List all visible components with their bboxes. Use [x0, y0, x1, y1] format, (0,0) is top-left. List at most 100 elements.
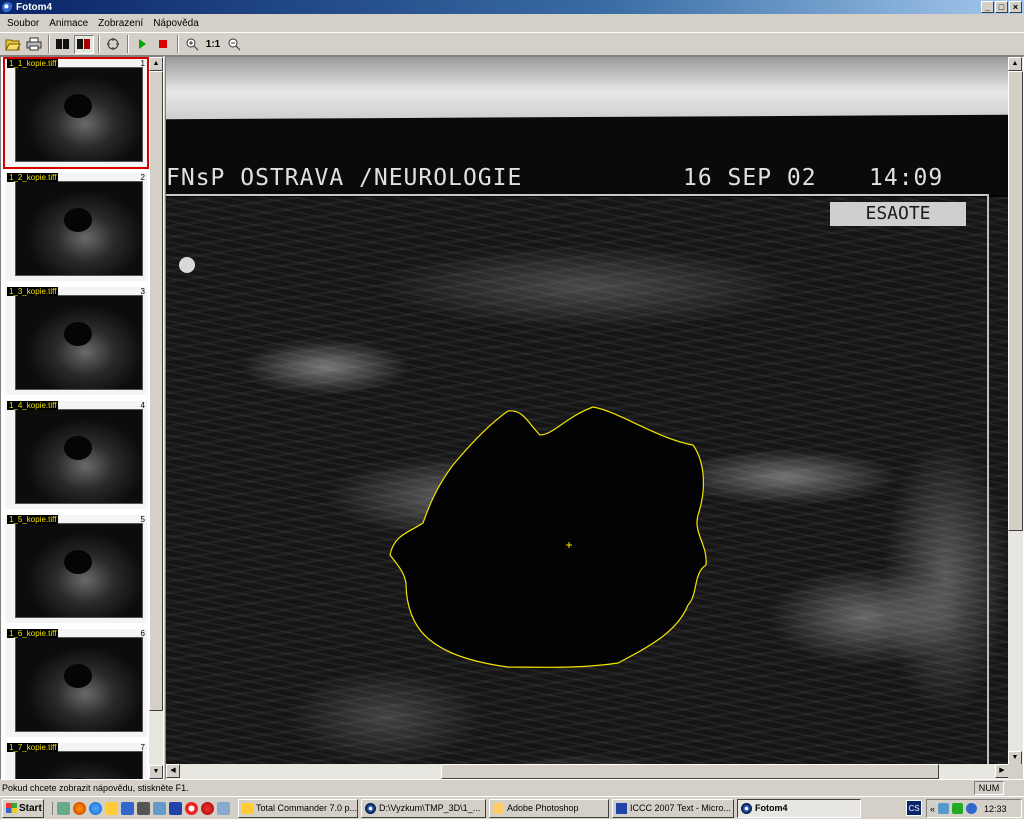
image-brand-label: ESAOTE: [830, 202, 966, 226]
thumbnail-image: [15, 295, 143, 390]
thumbnail-6[interactable]: 1_6_kopie.tiff 6: [5, 629, 147, 737]
window-title: Fotom4: [16, 1, 53, 13]
photoshop-icon: [493, 802, 504, 814]
close-button[interactable]: ×: [1009, 1, 1022, 13]
thumbnail-label: 1_7_kopie.tiff: [7, 743, 59, 752]
scroll-left-button[interactable]: ◀: [166, 764, 180, 778]
taskbar-item-total-commander[interactable]: Total Commander 7.0 p...: [238, 798, 358, 818]
scroll-down-button[interactable]: ▼: [149, 765, 163, 779]
zoom-reset-button[interactable]: 1:1: [203, 35, 223, 54]
thumbnail-label: 1_2_kopie.tiff: [7, 173, 59, 182]
restore-button[interactable]: □: [995, 1, 1008, 13]
image-viewer[interactable]: FNsP OSTRAVA /NEUROLOGIE 16 SEP 02 14:09…: [165, 56, 1024, 780]
folder-icon[interactable]: [105, 801, 118, 815]
floppy-icon[interactable]: [121, 801, 134, 815]
thumbnail-4[interactable]: 1_4_kopie.tiff 4: [5, 401, 147, 509]
menu-animace[interactable]: Animace: [44, 18, 93, 29]
zoom-in-button[interactable]: [182, 35, 202, 54]
stop-icon: [159, 40, 167, 48]
toolbar: 1:1: [0, 32, 1024, 56]
thumbnail-image: [15, 409, 143, 504]
thumbnail-number: 3: [140, 287, 145, 296]
tray-app-icon[interactable]: [966, 803, 978, 814]
status-hint: Pokud chcete zobrazit nápovědu, stisknět…: [2, 783, 189, 793]
zoom-out-button[interactable]: [224, 35, 244, 54]
start-button[interactable]: Start: [2, 798, 44, 818]
taskbar-item-photoshop[interactable]: Adobe Photoshop: [489, 798, 609, 818]
thumbnail-image: [15, 637, 143, 732]
fotom-app-icon: [741, 802, 752, 814]
frame-line-vertical: [987, 194, 989, 765]
thumbnail-1[interactable]: 1_1_kopie.tiff 1: [3, 57, 149, 169]
lesion-contour[interactable]: [388, 405, 733, 673]
lesion-dark-region: [390, 407, 707, 668]
opera-icon[interactable]: [201, 801, 214, 815]
thumbnail-scrollbar[interactable]: ▲ ▼: [149, 57, 163, 779]
compare-frames-icon: [77, 39, 90, 49]
mail-icon[interactable]: [217, 801, 230, 815]
thumbnail-7[interactable]: 1_7_kopie.tiff 7: [5, 743, 147, 779]
thumbnail-label: 1_3_kopie.tiff: [7, 287, 59, 296]
media-icon[interactable]: [185, 801, 198, 815]
thumbnail-3[interactable]: 1_3_kopie.tiff 3: [5, 287, 147, 395]
taskbar-item-fotom4[interactable]: Fotom4: [737, 798, 861, 818]
taskbar-item-label: Adobe Photoshop: [507, 803, 579, 813]
thumbnail-5[interactable]: 1_5_kopie.tiff 5: [5, 515, 147, 623]
scroll-thumb[interactable]: [149, 71, 163, 711]
thumbnail-2[interactable]: 1_2_kopie.tiff 2: [5, 173, 147, 281]
zoom-reset-label: 1:1: [205, 38, 221, 50]
app-window: Fotom4 _ □ × Soubor Animace Zobrazení Ná…: [0, 0, 1024, 819]
thumbnail-panel[interactable]: 1_1_kopie.tiff 1 1_2_kopie.tiff 2 1_3_ko…: [0, 56, 164, 780]
scroll-thumb[interactable]: [1008, 71, 1023, 531]
language-indicator[interactable]: CS: [906, 800, 922, 816]
thumbnail-image: [15, 523, 143, 618]
scroll-down-button[interactable]: ▼: [1008, 751, 1022, 765]
zoom-out-icon: [228, 38, 241, 51]
ultrasound-image[interactable]: FNsP OSTRAVA /NEUROLOGIE 16 SEP 02 14:09…: [166, 57, 1009, 765]
start-label: Start: [19, 802, 42, 814]
thumbnail-number: 2: [140, 173, 145, 182]
menu-napoveda[interactable]: Nápověda: [148, 18, 204, 29]
view-compare-button[interactable]: [74, 34, 94, 54]
total-commander-icon: [242, 802, 253, 814]
contour-button[interactable]: [103, 35, 123, 54]
thumbnail-label: 1_6_kopie.tiff: [7, 629, 59, 638]
tray-play-icon[interactable]: [952, 803, 964, 814]
network-icon[interactable]: [938, 803, 950, 814]
scroll-up-button[interactable]: ▲: [1008, 57, 1022, 71]
menu-zobrazeni[interactable]: Zobrazení: [93, 18, 148, 29]
title-bar[interactable]: Fotom4 _ □ ×: [0, 0, 1024, 14]
viewer-horizontal-scrollbar[interactable]: ◀ ▶: [166, 764, 1009, 779]
viewer-vertical-scrollbar[interactable]: ▲ ▼: [1008, 57, 1023, 765]
print-button[interactable]: [24, 35, 44, 54]
view-single-button[interactable]: [53, 35, 73, 54]
tray-expand-icon[interactable]: «: [930, 804, 935, 814]
minimize-button[interactable]: _: [981, 1, 994, 13]
word-icon[interactable]: [169, 801, 182, 815]
play-button[interactable]: [132, 35, 152, 54]
clock[interactable]: 12:33: [984, 804, 1007, 814]
app-icon[interactable]: [2, 1, 13, 13]
menu-soubor[interactable]: Soubor: [2, 18, 44, 29]
thumbnail-number: 4: [140, 401, 145, 410]
image-header-institution: FNsP OSTRAVA /NEUROLOGIE: [166, 165, 523, 191]
scanner-icon[interactable]: [137, 801, 150, 815]
stop-button[interactable]: [153, 35, 173, 54]
toolbar-separator: [48, 35, 50, 53]
calculator-icon[interactable]: [153, 801, 166, 815]
status-bar: Pokud chcete zobrazit nápovědu, stisknět…: [0, 780, 1024, 796]
taskbar-item-fotom-folder[interactable]: D:\Vyzkum\TMP_3D\1_...: [361, 798, 486, 818]
firefox-icon[interactable]: [73, 801, 86, 815]
internet-explorer-icon[interactable]: [89, 801, 102, 815]
scroll-right-button[interactable]: ▶: [995, 764, 1009, 778]
image-header-date: 16 SEP 02: [683, 165, 817, 191]
open-button[interactable]: [3, 35, 23, 54]
scroll-thumb[interactable]: [441, 764, 939, 779]
desktop-icon[interactable]: [57, 801, 70, 815]
thumbnail-number: 7: [140, 743, 145, 752]
open-folder-icon: [5, 39, 21, 51]
toolbar-separator: [98, 35, 100, 53]
scroll-up-button[interactable]: ▲: [149, 57, 163, 71]
thumbnail-label: 1_4_kopie.tiff: [7, 401, 59, 410]
taskbar-item-word-document[interactable]: ICCC 2007 Text - Micro...: [612, 798, 734, 818]
